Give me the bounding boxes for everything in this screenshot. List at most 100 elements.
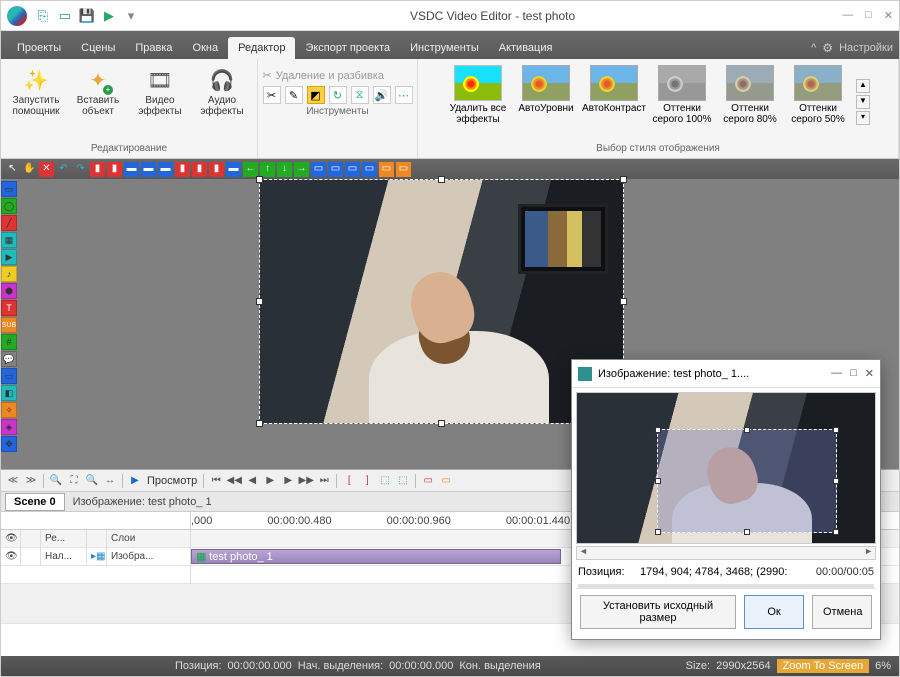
style-grayscale-80[interactable]: Оттенки серого 80%: [718, 63, 782, 141]
dialog-close-button[interactable]: ✕: [865, 367, 874, 380]
dialog-hscrollbar[interactable]: [576, 546, 876, 560]
tb-delete-icon[interactable]: ✕: [39, 162, 54, 177]
crop-handle-l[interactable]: [655, 478, 661, 484]
st-gradient-icon[interactable]: ◧: [1, 385, 17, 401]
style-scroll-down-icon[interactable]: ▼: [856, 95, 870, 109]
crop-handle-br[interactable]: [833, 529, 839, 535]
crop-handle-tl[interactable]: [655, 427, 661, 433]
tl-marker3-icon[interactable]: ⬚: [377, 473, 393, 489]
settings-link[interactable]: Настройки: [839, 42, 893, 54]
close-button[interactable]: ✕: [884, 9, 893, 22]
st-chart-icon[interactable]: ⬢: [1, 283, 17, 299]
style-grayscale-100[interactable]: Оттенки серого 100%: [650, 63, 714, 141]
tb-align-center-icon[interactable]: ▮: [107, 162, 122, 177]
tb-undo-icon[interactable]: ↶: [56, 162, 71, 177]
tl-next-frame-icon[interactable]: ▶: [280, 473, 296, 489]
st-image-icon[interactable]: ▦: [1, 232, 17, 248]
st-audio-icon[interactable]: ♪: [1, 266, 17, 282]
tl-play-icon[interactable]: ▶: [127, 473, 143, 489]
crop-handle-bl[interactable]: [655, 529, 661, 535]
tl-scroll-left-icon[interactable]: ≪: [5, 473, 21, 489]
st-text-icon[interactable]: T: [1, 300, 17, 316]
st-sub-icon[interactable]: SUB: [1, 317, 17, 333]
tl-zoom-out-icon[interactable]: 🔍: [48, 473, 64, 489]
style-more-icon[interactable]: ▾: [856, 111, 870, 125]
tb-arrow-left-icon[interactable]: ←: [243, 162, 258, 177]
tb-align-h1-icon[interactable]: ▬: [124, 162, 139, 177]
tab-windows[interactable]: Окна: [183, 37, 229, 59]
minimize-button[interactable]: —: [842, 9, 853, 22]
tb-align-v3-icon[interactable]: ▮: [209, 162, 224, 177]
tool-crop-icon[interactable]: ◩: [307, 86, 325, 104]
qat-play-icon[interactable]: ▶: [101, 8, 117, 24]
resize-handle-t[interactable]: [438, 176, 445, 183]
tl-zoom-fit-icon[interactable]: ⛶: [66, 473, 82, 489]
resize-handle-b[interactable]: [438, 420, 445, 427]
maximize-button[interactable]: □: [865, 9, 872, 22]
ok-button[interactable]: Ок: [744, 595, 804, 629]
collapse-ribbon-icon[interactable]: ^: [811, 42, 816, 54]
tb-align-left-icon[interactable]: ▮: [90, 162, 105, 177]
resize-handle-l[interactable]: [256, 298, 263, 305]
tb-layer-4-icon[interactable]: ▭: [362, 162, 377, 177]
tl-scroll-right-icon[interactable]: ≫: [23, 473, 39, 489]
st-video-icon[interactable]: ▶: [1, 249, 17, 265]
tb-align-v1-icon[interactable]: ▮: [175, 162, 190, 177]
zoom-to-screen-button[interactable]: Zoom To Screen: [777, 659, 870, 673]
tool-cut-icon[interactable]: ✂: [263, 86, 281, 104]
qat-dropdown-icon[interactable]: ▾: [123, 8, 139, 24]
tb-align-h2-icon[interactable]: ▬: [141, 162, 156, 177]
tab-editor[interactable]: Редактор: [228, 37, 295, 59]
tb-dist-h-icon[interactable]: ▬: [226, 162, 241, 177]
st-button-icon[interactable]: ▭: [1, 368, 17, 384]
tb-layer-5-icon[interactable]: ▭: [379, 162, 394, 177]
tl-layer2-icon[interactable]: ▭: [438, 473, 454, 489]
qat-open-icon[interactable]: ▭: [57, 8, 73, 24]
st-rect-icon[interactable]: ▭: [1, 181, 17, 197]
crop-handle-r[interactable]: [833, 478, 839, 484]
st-counter-icon[interactable]: #: [1, 334, 17, 350]
tb-layer-6-icon[interactable]: ▭: [396, 162, 411, 177]
resize-handle-tr[interactable]: [620, 176, 627, 183]
crop-selection[interactable]: [657, 429, 837, 533]
canvas-object[interactable]: [259, 179, 624, 424]
resize-handle-bl[interactable]: [256, 420, 263, 427]
st-3d-icon[interactable]: ◈: [1, 419, 17, 435]
tab-export[interactable]: Экспорт проекта: [295, 37, 400, 59]
qat-new-icon[interactable]: ⎘: [35, 8, 51, 24]
style-scroll-up-icon[interactable]: ▲: [856, 79, 870, 93]
video-effects-button[interactable]: 🎞 Видео эффекты: [131, 63, 189, 141]
st-tooltip-icon[interactable]: 💬: [1, 351, 17, 367]
insert-object-button[interactable]: ✦+ Вставить объект: [69, 63, 127, 141]
style-auto-levels[interactable]: АвтоУровни: [514, 63, 578, 141]
tl-goto-start-icon[interactable]: ⏮: [208, 473, 224, 489]
tl-layer1-icon[interactable]: ▭: [420, 473, 436, 489]
reset-size-button[interactable]: Установить исходный размер: [580, 595, 736, 629]
dialog-minimize-button[interactable]: —: [831, 367, 842, 380]
tb-layer-1-icon[interactable]: ▭: [311, 162, 326, 177]
tl-step-back-icon[interactable]: ◀◀: [226, 473, 242, 489]
st-shape-icon[interactable]: ◯: [1, 198, 17, 214]
tab-activation[interactable]: Активация: [489, 37, 563, 59]
tl-goto-end-icon[interactable]: ⏭: [316, 473, 332, 489]
style-auto-contrast[interactable]: АвтоКонтраст: [582, 63, 646, 141]
tl-marker1-icon[interactable]: [: [341, 473, 357, 489]
tb-arrow-right-icon[interactable]: →: [294, 162, 309, 177]
cancel-button[interactable]: Отмена: [812, 595, 872, 629]
gear-icon[interactable]: ⚙: [822, 41, 833, 55]
tl-prev-frame-icon[interactable]: ◀: [244, 473, 260, 489]
tb-layer-3-icon[interactable]: ▭: [345, 162, 360, 177]
tb-align-h3-icon[interactable]: ▬: [158, 162, 173, 177]
tl-step-fwd-icon[interactable]: ▶▶: [298, 473, 314, 489]
tab-edit[interactable]: Правка: [125, 37, 182, 59]
st-line-icon[interactable]: ╱: [1, 215, 17, 231]
crop-handle-t[interactable]: [744, 427, 750, 433]
qat-save-icon[interactable]: 💾: [79, 8, 95, 24]
tl-play2-icon[interactable]: ▶: [262, 473, 278, 489]
dialog-preview[interactable]: [576, 392, 876, 544]
style-remove-effects[interactable]: Удалить все эффекты: [446, 63, 510, 141]
tool-marker-icon[interactable]: ✎: [285, 86, 303, 104]
tb-align-v2-icon[interactable]: ▮: [192, 162, 207, 177]
crop-handle-b[interactable]: [744, 529, 750, 535]
tb-hand-icon[interactable]: ✋: [22, 162, 37, 177]
